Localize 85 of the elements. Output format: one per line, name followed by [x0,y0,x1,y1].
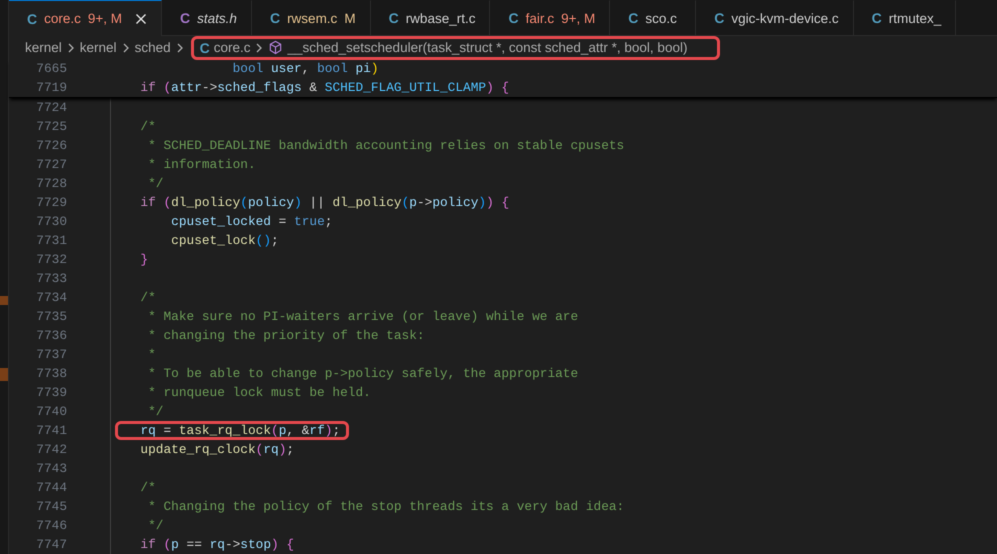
tab-decoration: 9+, M [88,11,122,26]
tab-label: vgic-kvm-device.c [731,10,839,26]
editor-tab[interactable]: C core.c 9+, M [9,0,162,36]
change-marker [0,368,8,381]
code-line: update_rq_clock(rq); [139,442,294,457]
chevron-icon [120,42,131,52]
line-number: 7731 [35,233,68,248]
code-line: if (p == rq->stop) { [139,537,294,552]
code-line: bool user, bool pi) [232,61,379,76]
tab-label: rtmutex_ [888,10,942,26]
c-file-icon: C [388,10,399,26]
code-line: * Make sure no PI-waiters arrive (or leave) while we are [147,309,578,324]
tab-label: rwsem.c [287,10,338,26]
tab-decoration: M [344,10,356,26]
code-line: */ [147,404,164,419]
c-file-icon: C [714,10,724,26]
breadcrumb-item[interactable]: __sched_setscheduler(task_struct *, const sched_attr *, bool, bool) [287,40,688,55]
line-number: 7725 [35,119,68,134]
line-number: 7743 [35,461,68,476]
c-file-icon: C [27,10,38,26]
breadcrumb-item[interactable]: core.c [214,40,250,55]
line-number: 7742 [35,442,68,457]
line-number: 7745 [35,499,68,514]
code-line: /* [139,290,156,305]
line-number: 7665 [35,61,68,76]
code-line: * changing the priority of the task: [147,328,425,343]
editor-tab[interactable]: C rtmutex_ [854,0,956,35]
c-file-icon: C [200,40,210,56]
line-number: 7744 [35,480,68,495]
code-line: * Changing the policy of the stop threads its a very bad idea: [147,499,624,514]
code-line: * To be able to change p->policy safely, the appropriate [147,366,578,381]
tab-label: core.c [44,11,81,26]
c-file-icon: C [180,10,190,26]
line-number: 7747 [35,537,68,552]
code-line: if (dl_policy(policy) || dl_policy(p->policy)) { [139,195,510,210]
line-number: 7735 [35,309,68,324]
breadcrumb-item[interactable]: kernel [80,40,117,55]
cube-icon [268,40,284,55]
c-file-icon: C [872,10,882,26]
tab-label: fair.c [526,10,554,26]
line-number: 7728 [35,176,68,191]
line-number: 7740 [35,404,68,419]
chevron-icon [174,42,185,52]
code-line: */ [147,518,164,533]
tab-label: sco.c [645,10,677,26]
code-line: * SCHED_DEADLINE bandwidth accounting relies on stable cpusets [147,138,624,153]
close-icon[interactable] [135,12,148,24]
line-number: 7727 [35,157,68,172]
editor-tab[interactable]: C rwbase_rt.c [370,0,490,35]
line-number: 7736 [35,328,68,343]
code-line: /* [139,480,156,495]
code-line: * [147,347,156,362]
c-file-icon: C [270,10,280,26]
line-number: 7732 [35,252,68,267]
line-number: 7729 [35,195,68,210]
line-number: 7746 [35,518,68,533]
line-number: 7719 [35,80,68,95]
chevron-icon [254,42,264,52]
code-line: if (attr->sched_flags & SCHED_FLAG_UTIL_CLAMP) { [139,80,510,95]
change-marker [0,296,8,305]
line-number: 7741 [35,423,68,438]
line-number: 7724 [35,100,68,115]
c-file-icon: C [508,10,519,26]
code-line: * runqueue lock must be held. [147,385,371,400]
c-file-icon: C [628,10,638,26]
line-number: 7730 [35,214,68,229]
tab-label: rwbase_rt.c [406,10,476,26]
code-line: } [139,252,148,267]
breadcrumb-item[interactable]: sched [134,40,171,55]
line-number: 7734 [35,290,68,305]
line-number: 7733 [35,271,68,286]
code-line: rq = task_rq_lock(p, &rf); [140,423,340,438]
tab-decoration: 9+, M [561,10,596,26]
line-number: 7738 [35,366,68,381]
code-line: /* [139,119,156,134]
line-number: 7739 [35,385,68,400]
breadcrumb-item[interactable]: kernel [25,40,62,55]
code-line: cpuset_locked = true; [170,214,332,229]
chevron-icon [66,42,76,52]
line-number: 7737 [35,347,68,362]
code-line: */ [147,176,164,191]
code-line: cpuset_lock(); [170,233,279,248]
tab-label: stats.h [197,10,237,26]
line-number: 7726 [35,138,68,153]
code-line: * information. [147,157,256,172]
